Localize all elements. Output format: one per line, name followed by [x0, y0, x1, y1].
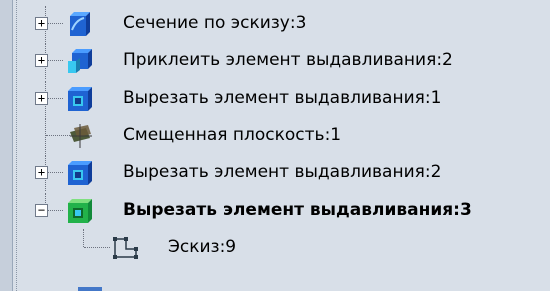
tree-guide-branch: [46, 60, 63, 61]
sketch-icon: [113, 237, 138, 259]
tree-node-sweep[interactable]: + Сечение по эскизу:3: [0, 6, 550, 42]
sweep-feature-icon: [70, 12, 90, 36]
tree-node-cut-extrude-1[interactable]: + Вырезать элемент выдавливания:1: [0, 81, 550, 117]
tree-node-label: Эскиз:9: [168, 237, 237, 257]
tree-node-label: Вырезать элемент выдавливания:1: [123, 88, 442, 108]
expand-toggle[interactable]: +: [35, 54, 48, 67]
offset-plane-icon: [70, 124, 92, 148]
tree-guide-branch: [46, 172, 63, 173]
feature-tree: + Сечение по эскизу:3 + Приклеить элемен…: [0, 0, 550, 291]
tree-node-label: Сечение по эскизу:3: [123, 13, 307, 33]
collapse-toggle[interactable]: −: [35, 204, 48, 217]
tree-node-offset-plane[interactable]: Смещенная плоскость:1: [0, 118, 550, 154]
feature-tree-panel: + Сечение по эскизу:3 + Приклеить элемен…: [0, 0, 550, 291]
tree-guide-line: [83, 229, 84, 247]
cut-extrude-icon: [68, 87, 92, 111]
tree-guide-branch: [46, 23, 63, 24]
expand-toggle[interactable]: +: [35, 166, 48, 179]
tree-node-sketch-9[interactable]: Эскиз:9: [0, 229, 550, 265]
tree-guide-branch: [46, 98, 63, 99]
tree-guide-line: [45, 118, 46, 154]
tree-node-label: Вырезать элемент выдавливания:2: [123, 162, 442, 182]
tree-node-label: Смещенная плоскость:1: [123, 125, 342, 145]
tree-guide-branch: [46, 210, 63, 211]
tree-node-boss-extrude-2[interactable]: + Приклеить элемент выдавливания:2: [0, 43, 550, 79]
expand-toggle[interactable]: +: [35, 17, 48, 30]
boss-extrude-icon: [68, 49, 92, 73]
cut-extrude-icon: [68, 161, 92, 185]
tree-node-label: Вырезать элемент выдавливания:3: [123, 200, 472, 220]
tree-node-label: Приклеить элемент выдавливания:2: [123, 50, 453, 70]
tree-node-cut-extrude-2[interactable]: + Вырезать элемент выдавливания:2: [0, 155, 550, 191]
cut-extrude-selected-icon: [68, 199, 92, 223]
tree-node-cut-extrude-3[interactable]: − Вырезать элемент выдавливания:3: [0, 193, 550, 229]
next-node-icon-partial: [78, 287, 102, 291]
tree-guide-branch: [84, 247, 110, 248]
expand-toggle[interactable]: +: [35, 92, 48, 105]
